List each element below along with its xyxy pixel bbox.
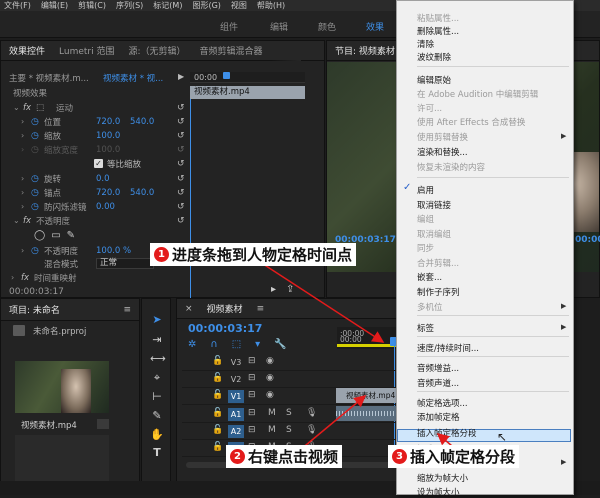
arrow-to-clip (299, 395, 367, 451)
step-text: 进度条拖到人物定格时间点 (172, 246, 353, 264)
callout-step-3: 3 插入帧定格分段 (388, 445, 520, 468)
step-number: 1 (154, 247, 169, 262)
arrow-to-playhead (259, 261, 385, 343)
step-number: 2 (230, 449, 245, 464)
step-text: 右键点击视频 (248, 448, 339, 466)
callout-step-1: 1 进度条拖到人物定格时间点 (150, 243, 357, 266)
step-number: 3 (392, 449, 407, 464)
callout-step-2: 2 右键点击视频 (226, 445, 343, 468)
step-text: 插入帧定格分段 (410, 448, 516, 466)
